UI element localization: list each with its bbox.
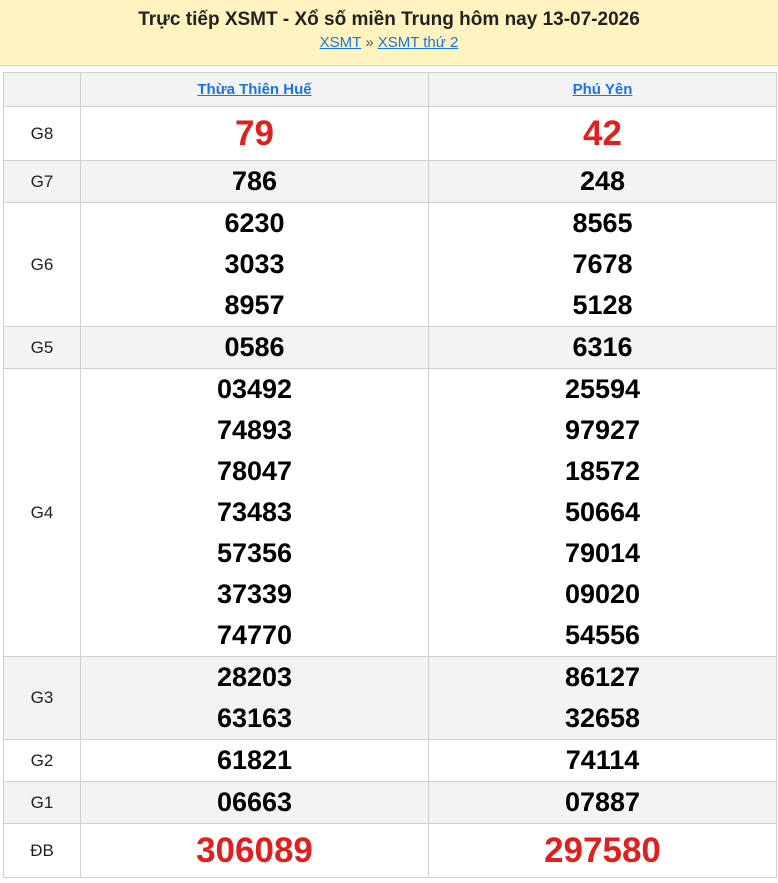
prize-number: 248: [579, 166, 626, 196]
prize-cell-province-1: 306089: [80, 823, 429, 878]
page-title: Trực tiếp XSMT - Xổ số miền Trung hôm na…: [138, 9, 640, 30]
prize-number: 42: [583, 114, 622, 153]
prize-cell-province-2: 8565 7678 5128: [428, 202, 777, 327]
province-link-thua-thien-hue[interactable]: Thừa Thiên Huế: [197, 81, 311, 98]
prize-number: 63163: [216, 703, 293, 733]
prize-number: 97927: [564, 415, 641, 445]
page-header: Trực tiếp XSMT - Xổ số miền Trung hôm na…: [0, 0, 778, 66]
prize-number: 7678: [572, 249, 633, 279]
prize-row-g8: G8 79 42: [3, 106, 777, 161]
prize-cell-province-2: 86127 32658: [428, 656, 777, 740]
prize-cell-province-2: 07887: [428, 781, 777, 824]
prize-number: 0586: [224, 332, 285, 362]
prize-number: 297580: [544, 831, 661, 870]
prize-cell-province-1: 06663: [80, 781, 429, 824]
prize-number: 25594: [564, 374, 641, 404]
prize-number: 61821: [216, 745, 293, 775]
prize-number: 6316: [572, 332, 633, 362]
prize-number: 73483: [216, 497, 293, 527]
prize-number: 86127: [564, 662, 641, 692]
prize-label: G7: [3, 160, 81, 203]
prize-number: 03492: [216, 374, 293, 404]
prize-number: 74770: [216, 620, 293, 650]
prize-number: 786: [231, 166, 278, 196]
prize-number: 18572: [564, 456, 641, 486]
prize-number: 3033: [224, 249, 285, 279]
prize-row-g6: G6 6230 3033 8957 8565 7678 5128: [3, 202, 777, 327]
prize-cell-province-2: 25594 97927 18572 50664 79014 09020 54556: [428, 368, 777, 657]
prize-cell-province-1: 0586: [80, 326, 429, 369]
prize-number: 09020: [564, 579, 641, 609]
prize-label: G4: [3, 368, 81, 657]
prize-row-db: ĐB 306089 297580: [3, 823, 777, 878]
prize-number: 37339: [216, 579, 293, 609]
table-header-row: Thừa Thiên Huế Phú Yên: [3, 72, 777, 107]
province-link-phu-yen[interactable]: Phú Yên: [573, 81, 633, 98]
prize-number: 07887: [564, 787, 641, 817]
prize-cell-province-1: 28203 63163: [80, 656, 429, 740]
prize-label: ĐB: [3, 823, 81, 878]
prize-label: G2: [3, 739, 81, 782]
breadcrumb-link-xsmt[interactable]: XSMT: [320, 34, 362, 51]
header-province-1: Thừa Thiên Huế: [80, 72, 429, 107]
prize-number: 79: [235, 114, 274, 153]
breadcrumb-link-xsmt-thu-2[interactable]: XSMT thứ 2: [378, 34, 459, 51]
prize-number: 5128: [572, 290, 633, 320]
prize-label: G8: [3, 106, 81, 161]
results-table-wrapper: Thừa Thiên Huế Phú Yên G8 79 42 G7 786 248 G6 6…: [3, 72, 777, 878]
prize-number: 306089: [196, 831, 313, 870]
prize-number: 32658: [564, 703, 641, 733]
prize-label: G3: [3, 656, 81, 740]
prize-cell-province-1: 03492 74893 78047 73483 57356 37339 74770: [80, 368, 429, 657]
prize-number: 57356: [216, 538, 293, 568]
prize-number: 28203: [216, 662, 293, 692]
prize-label: G6: [3, 202, 81, 327]
prize-cell-province-1: 61821: [80, 739, 429, 782]
header-province-2: Phú Yên: [428, 72, 777, 107]
prize-cell-province-2: 42: [428, 106, 777, 161]
prize-number: 50664: [564, 497, 641, 527]
prize-number: 06663: [216, 787, 293, 817]
prize-label: G1: [3, 781, 81, 824]
prize-number: 54556: [564, 620, 641, 650]
prize-number: 6230: [224, 208, 285, 238]
prize-row-g7: G7 786 248: [3, 160, 777, 203]
results-body: G8 79 42 G7 786 248 G6 6230 3033 8957 8565 7678 5128…: [3, 106, 777, 878]
prize-row-g4: G4 03492 74893 78047 73483 57356 37339 74770 255…: [3, 368, 777, 657]
prize-cell-province-2: 297580: [428, 823, 777, 878]
breadcrumb-separator: »: [365, 34, 374, 51]
prize-number: 74114: [565, 745, 640, 775]
breadcrumb: XSMT» XSMT thứ 2: [0, 32, 778, 54]
prize-cell-province-1: 79: [80, 106, 429, 161]
prize-number: 74893: [216, 415, 293, 445]
prize-row-g2: G2 61821 74114: [3, 739, 777, 782]
results-table: Thừa Thiên Huế Phú Yên G8 79 42 G7 786 248 G6 6…: [3, 72, 777, 878]
prize-cell-province-2: 6316: [428, 326, 777, 369]
prize-cell-province-2: 74114: [428, 739, 777, 782]
header-empty-cell: [3, 72, 81, 107]
prize-number: 78047: [216, 456, 293, 486]
prize-row-g5: G5 0586 6316: [3, 326, 777, 369]
prize-cell-province-1: 786: [80, 160, 429, 203]
prize-number: 8565: [572, 208, 633, 238]
prize-row-g3: G3 28203 63163 86127 32658: [3, 656, 777, 740]
prize-label: G5: [3, 326, 81, 369]
prize-number: 8957: [224, 290, 285, 320]
prize-cell-province-2: 248: [428, 160, 777, 203]
prize-row-g1: G1 06663 07887: [3, 781, 777, 824]
prize-cell-province-1: 6230 3033 8957: [80, 202, 429, 327]
prize-number: 79014: [564, 538, 641, 568]
